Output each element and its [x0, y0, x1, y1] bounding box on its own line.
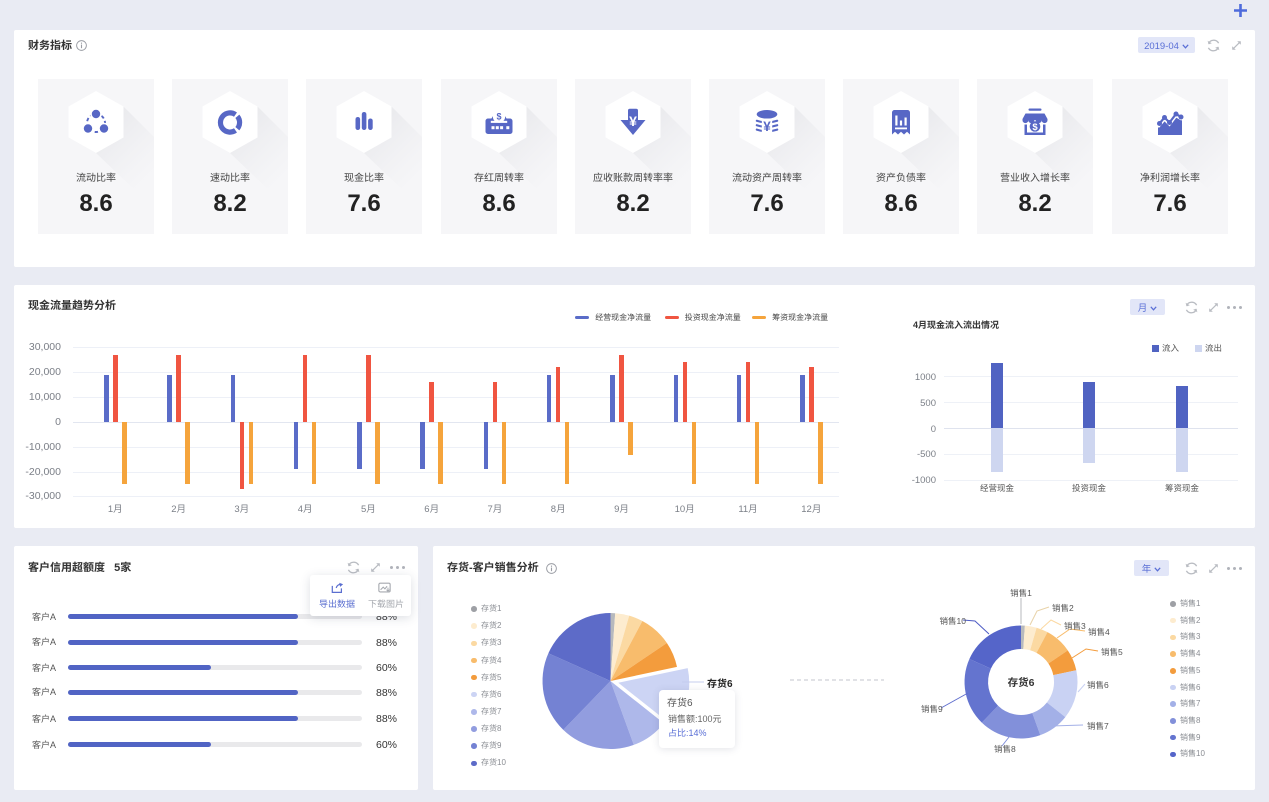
svg-text:¥: ¥: [763, 119, 771, 134]
svg-text:$: $: [496, 112, 501, 122]
svg-text:¥: ¥: [629, 113, 637, 129]
svg-text:$: $: [1032, 122, 1038, 133]
